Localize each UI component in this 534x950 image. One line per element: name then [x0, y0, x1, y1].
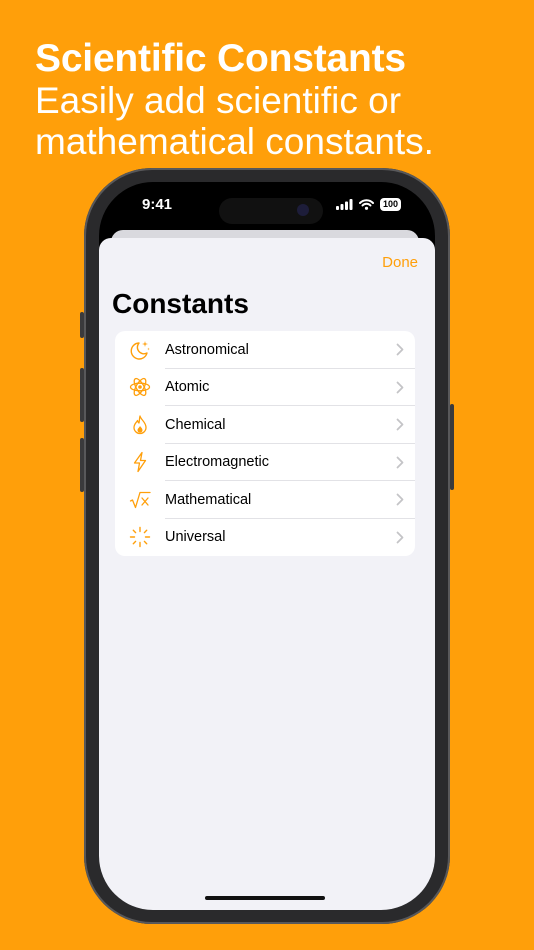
- list-item-mathematical[interactable]: Mathematical: [115, 481, 415, 519]
- phone-screen: 9:41 100 Done Constants Astronomical Ato…: [99, 182, 435, 910]
- chevron-right-icon: [385, 381, 415, 394]
- list-item-label: Astronomical: [165, 341, 249, 358]
- list-item-astronomical[interactable]: Astronomical: [115, 331, 415, 369]
- wifi-icon: [358, 199, 374, 210]
- square-root-icon: [115, 481, 165, 519]
- headline-subtitle-line-2: mathematical constants.: [35, 121, 434, 162]
- phone-side-button: [450, 404, 454, 490]
- chevron-right-icon: [385, 493, 415, 506]
- battery-indicator: 100: [379, 198, 401, 211]
- atom-icon: [115, 369, 165, 407]
- list-item-label: Electromagnetic: [165, 454, 269, 471]
- signal-icon: [335, 199, 353, 210]
- phone-action-button: [80, 312, 84, 338]
- phone-volume-down-button: [80, 438, 84, 492]
- front-camera: [297, 204, 309, 216]
- status-icons: 100: [335, 198, 401, 211]
- marketing-headline: Scientific Constants Easily add scientif…: [35, 37, 434, 163]
- list-item-label: Chemical: [165, 416, 226, 433]
- list-item-label: Atomic: [165, 379, 210, 396]
- chevron-right-icon: [385, 531, 415, 544]
- list-item-label: Universal: [165, 529, 226, 546]
- headline-title: Scientific Constants: [35, 37, 406, 80]
- moon-stars-icon: [115, 331, 165, 369]
- done-button[interactable]: Done: [382, 254, 418, 271]
- constants-list: Astronomical Atomic Chemical Electromagn…: [115, 331, 415, 556]
- list-item-label: Mathematical: [165, 491, 252, 508]
- constants-sheet: Done Constants Astronomical Atomic Chemi…: [99, 238, 435, 910]
- list-item-electromagnetic[interactable]: Electromagnetic: [115, 444, 415, 482]
- chevron-right-icon: [385, 456, 415, 469]
- status-time: 9:41: [142, 196, 173, 213]
- flame-icon: [115, 406, 165, 444]
- headline-subtitle-line-1: Easily add scientific or: [35, 80, 402, 121]
- list-item-atomic[interactable]: Atomic: [115, 369, 415, 407]
- sparkle-rays-icon: [115, 519, 165, 557]
- list-item-universal[interactable]: Universal: [115, 519, 415, 557]
- page-title: Constants: [112, 288, 249, 319]
- bolt-icon: [115, 444, 165, 482]
- list-item-chemical[interactable]: Chemical: [115, 406, 415, 444]
- home-indicator[interactable]: [205, 896, 325, 900]
- chevron-right-icon: [385, 418, 415, 431]
- phone-volume-up-button: [80, 368, 84, 422]
- chevron-right-icon: [385, 343, 415, 356]
